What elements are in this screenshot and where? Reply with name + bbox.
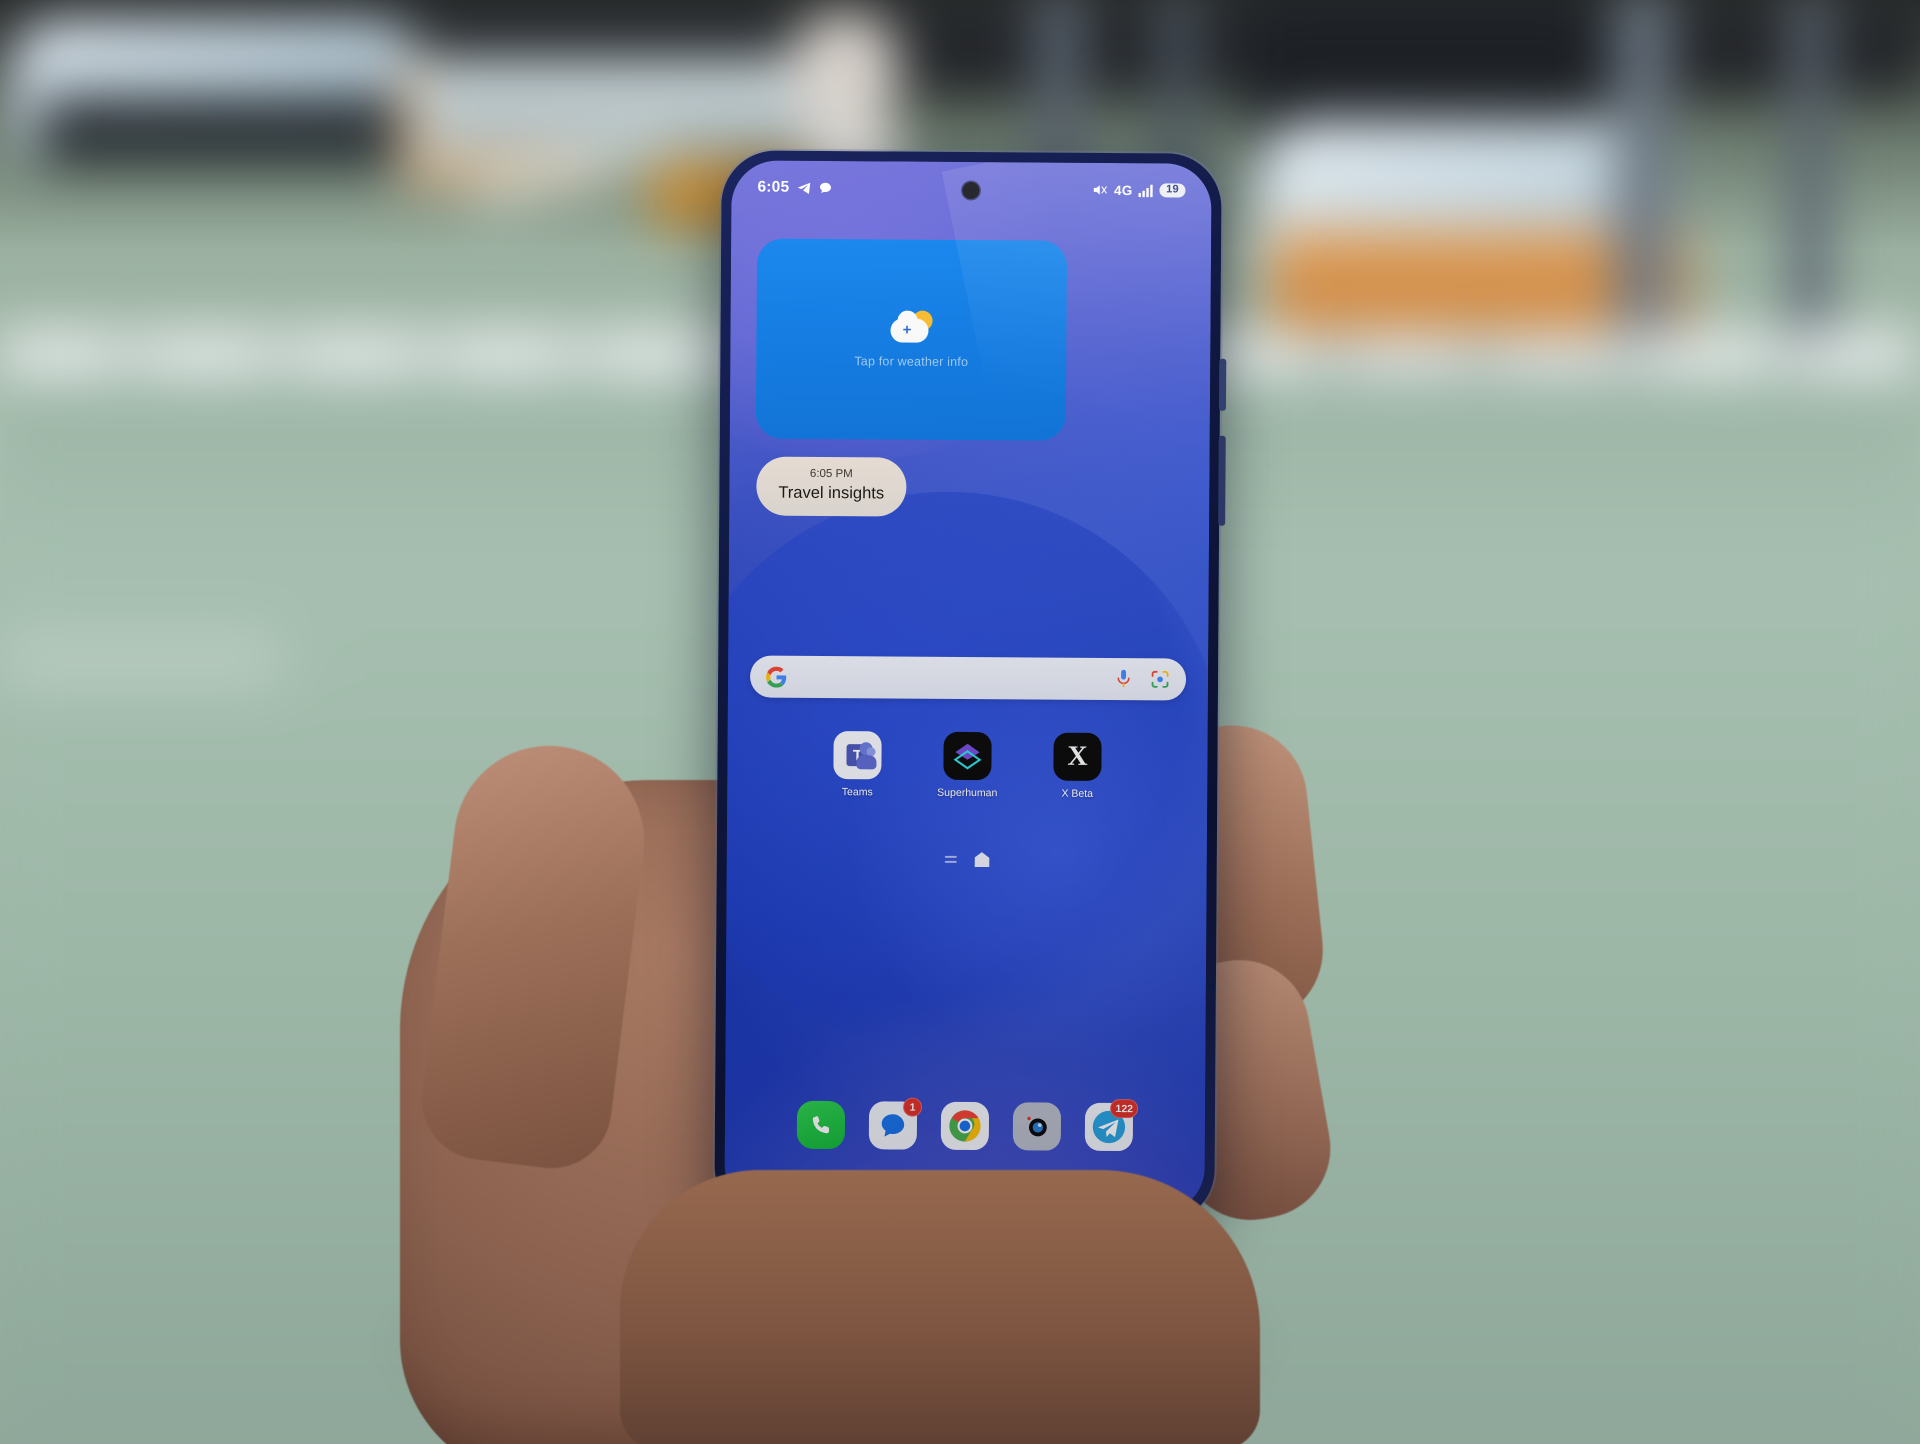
camera-icon[interactable] xyxy=(1012,1102,1062,1151)
app-label: X Beta xyxy=(1061,787,1094,800)
chrome-icon[interactable] xyxy=(940,1101,990,1151)
front-camera-hole xyxy=(962,181,980,200)
home-pentagon-icon[interactable] xyxy=(974,852,989,867)
messages-badge: 1 xyxy=(902,1097,923,1117)
dock-item-messages[interactable]: 1 xyxy=(868,1097,923,1150)
photo-scene: 6:05 4G 19 + Tap for weather info 6:05 P… xyxy=(0,0,1920,1444)
bubble-glyph xyxy=(881,1114,905,1137)
smartphone: 6:05 4G 19 + Tap for weather info 6:05 P… xyxy=(714,150,1227,1224)
dock-item-telegram[interactable]: 122 xyxy=(1084,1099,1139,1152)
messages-icon xyxy=(819,182,831,194)
microphone-icon[interactable] xyxy=(1115,669,1132,690)
feed-lines-icon[interactable] xyxy=(944,855,957,863)
chrome-glyph xyxy=(949,1110,981,1142)
app-label: Superhuman xyxy=(937,786,998,800)
camera-glyph xyxy=(1027,1116,1047,1137)
power-button[interactable] xyxy=(1218,358,1227,411)
cloud-sun-plus-icon: + xyxy=(888,310,934,344)
dock-item-phone[interactable] xyxy=(796,1100,846,1150)
telegram-icon xyxy=(797,182,811,194)
status-bar-clock: 6:05 xyxy=(757,178,790,196)
teams-person-body xyxy=(856,755,877,770)
home-screen-app-row: T Teams Superhuman X X Beta xyxy=(727,730,1207,800)
knuckles xyxy=(620,1170,1260,1444)
google-lens-icon[interactable] xyxy=(1150,669,1170,689)
dock: 1 122 xyxy=(725,1097,1205,1152)
app-x-beta[interactable]: X X Beta xyxy=(1038,732,1116,800)
superhuman-icon[interactable] xyxy=(943,731,992,781)
network-type-label: 4G xyxy=(1113,182,1133,198)
superhuman-glyph xyxy=(953,743,982,770)
app-label: Teams xyxy=(841,786,873,799)
handset-glyph xyxy=(812,1116,830,1134)
parked-car-left-shadow xyxy=(40,95,400,165)
phone-screen[interactable]: 6:05 4G 19 + Tap for weather info 6:05 P… xyxy=(724,160,1212,1214)
app-superhuman[interactable]: Superhuman xyxy=(928,731,1006,800)
google-search-bar[interactable] xyxy=(749,655,1187,701)
google-g-icon xyxy=(766,666,787,688)
phone-handset-icon[interactable] xyxy=(796,1100,846,1150)
telegram-badge: 122 xyxy=(1110,1099,1139,1119)
blurred-person xyxy=(790,12,900,132)
travel-insights-pill[interactable]: 6:05 PM Travel insights xyxy=(756,456,907,517)
microsoft-teams-icon[interactable]: T xyxy=(833,731,882,780)
x-beta-icon[interactable]: X xyxy=(1053,732,1102,781)
plus-glyph: + xyxy=(902,321,912,339)
signal-bars-icon xyxy=(1138,184,1153,197)
weather-widget[interactable]: + Tap for weather info xyxy=(755,238,1068,441)
battery-percent-badge: 19 xyxy=(1159,183,1186,198)
dock-item-camera[interactable] xyxy=(1012,1102,1062,1151)
dock-item-chrome[interactable] xyxy=(940,1101,990,1151)
status-bar-left: 6:05 xyxy=(757,179,832,198)
weather-widget-label: Tap for weather info xyxy=(854,354,969,369)
turf-marking-line-2 xyxy=(0,640,280,680)
travel-insights-title: Travel insights xyxy=(778,483,885,502)
search-input[interactable] xyxy=(787,677,1115,679)
status-bar-right: 4G 19 xyxy=(1092,182,1186,198)
app-teams[interactable]: T Teams xyxy=(818,731,896,799)
volume-rocker[interactable] xyxy=(1218,435,1226,526)
mute-icon xyxy=(1093,185,1107,195)
travel-insights-time: 6:05 PM xyxy=(809,467,853,481)
